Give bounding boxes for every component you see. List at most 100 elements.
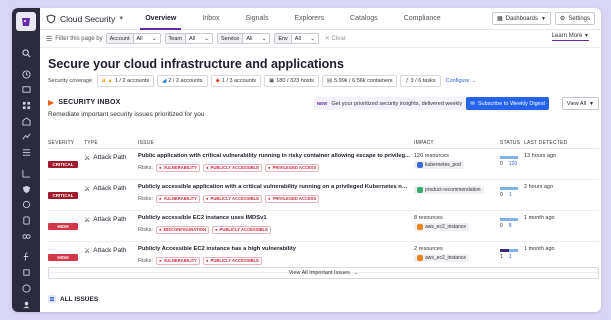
risk-tag[interactable]: ● VULNERABILITY [155,256,201,265]
ci-icon[interactable] [21,231,31,241]
attack-path-icon: ⚔ [84,247,91,255]
metrics-icon[interactable] [21,168,31,178]
coverage-azure[interactable]: ◢ 2 / 2 accounts [157,75,208,87]
apm-icon[interactable] [21,132,31,142]
subscribe-button[interactable]: ✉ Subscribe to Weekly Digest [466,97,549,110]
risk-label: PUBLICLY ACCESSIBLE [210,196,260,201]
coverage-aws[interactable]: a ▲ 1 / 2 accounts [97,75,155,87]
filter-key: Service [217,34,244,43]
container-icon: ▤ [326,78,333,84]
risk-label: VULNERABILITY [163,165,198,170]
resource-chip[interactable]: aws_ec2_instance [414,222,470,231]
resource-icon [417,161,423,168]
settings-label: Settings [568,15,590,22]
col-severity[interactable]: SEVERITY [48,139,84,149]
security-inbox: ▶ SECURITY INBOX Remediate important sec… [48,97,599,118]
datadog-logo-icon[interactable] [16,12,36,32]
rum-icon[interactable] [21,216,31,226]
table-row[interactable]: HIGH ⚔ Attack Path Publicly accessible EC2 … [48,210,599,242]
issue-type: Attack Path [93,247,127,254]
view-all-issues-button[interactable]: View All Important Issues → [48,267,599,279]
issue-type: Attack Path [93,216,127,223]
resource-type: aws_ec2_instance [425,223,467,230]
risk-tag[interactable]: ● VULNERABILITY [155,163,201,172]
aws-icon: a [102,78,106,84]
risks-label: Risks: [138,195,153,202]
globe-icon: ● [206,165,209,170]
search-icon[interactable] [21,48,31,58]
clear-filters-button[interactable]: ✕ Clear [325,35,346,42]
new-badge: NEW [316,101,328,106]
table-row[interactable]: CRITICAL ⚔ Attack Path Publicly accessible … [48,179,599,211]
coverage-value: 2 / 2 accounts [168,78,203,84]
col-issue[interactable]: ISSUE [138,139,414,149]
help-icon[interactable] [21,284,31,294]
view-all-dropdown[interactable]: View All ▼ [561,97,599,110]
risk-tag[interactable]: ● VULNERABILITY [155,194,201,203]
user-avatar-icon[interactable] [21,299,31,309]
col-type[interactable]: TYPE [84,139,138,149]
configure-link[interactable]: Configure → [446,78,477,84]
tab-inbox[interactable]: Inbox [189,8,232,30]
security-icon[interactable] [21,184,31,194]
coverage-containers[interactable]: ▤ 5.99k / 6.56k containers [321,75,398,87]
status-total: 8 [508,222,512,229]
risks-label: Risks: [138,226,153,233]
resource-chip[interactable]: aws_ec2_instance [414,253,470,262]
dashboards-button[interactable]: ▦ Dashboards ▼ [491,12,551,25]
col-impact[interactable]: IMPACT [414,139,500,149]
view-all-issues-label: View All Important Issues [288,270,350,276]
integrations-icon[interactable] [21,268,31,278]
warning-icon: ▲ [107,78,113,84]
resource-chip[interactable]: kubernetes_pod [414,160,464,169]
issues-table: SEVERITY TYPE ISSUE IMPACT STATUS LAST D… [48,139,599,273]
col-last-detected[interactable]: LAST DETECTED [524,139,599,149]
resource-icon [417,254,423,261]
settings-button[interactable]: ⚙ Settings [554,12,595,25]
impact-count: 120 resources [414,152,449,159]
infrastructure-icon[interactable] [21,116,31,126]
risk-tag[interactable]: ● PRIVILEGED ACCESS [265,194,320,203]
tab-overview[interactable]: Overview [132,8,189,30]
tab-explorers[interactable]: Explorers [281,8,337,30]
chevron-down-icon[interactable]: ▼ [118,16,124,22]
all-issues-header: ALL ISSUES [48,295,98,303]
risk-label: MISCONFIGURATION [163,227,207,232]
tab-compliance[interactable]: Compliance [391,8,454,30]
main-content: Cloud Security ▼ Overview Inbox Signals … [40,8,601,312]
resource-chip[interactable]: product-recommendation [414,185,484,194]
arrow-right-icon: → [352,270,359,276]
issue-title[interactable]: Public application with critical vulnera… [138,153,410,159]
filter-team[interactable]: Team All ⌄ [164,33,213,44]
issue-title[interactable]: Publicly accessible application with a c… [138,184,410,190]
coverage-hosts[interactable]: ▣ 180 / 323 hosts [264,75,319,87]
risk-tag[interactable]: ● PUBLICLY ACCESSIBLE [203,194,263,203]
filter-account[interactable]: Account All ⌄ [105,33,161,44]
risk-tag[interactable]: ● MISCONFIGURATION [155,225,210,234]
issue-title[interactable]: Publicly Accessible EC2 instance has a h… [138,246,410,252]
learn-more-link[interactable]: Learn More ▼ [551,33,589,41]
col-status[interactable]: STATUS [500,139,524,149]
tab-catalogs[interactable]: Catalogs [337,8,391,30]
coverage-tasks[interactable]: ƒ3 / 6 tasks [400,75,441,87]
issue-title[interactable]: Publicly accessible EC2 instance uses IM… [138,215,410,221]
risk-tag[interactable]: ● PRIVILEGED ACCESS [265,163,320,172]
last-detected: 13 hours ago [524,152,557,159]
bug-icon: ● [158,165,162,170]
synthetics-icon[interactable] [21,200,31,210]
logs-icon[interactable] [21,148,31,158]
filter-env[interactable]: Env All ⌄ [274,33,319,44]
chevron-down-icon: ▼ [584,33,589,39]
table-row[interactable]: CRITICAL ⚔ Attack Path Public application w… [48,148,599,180]
history-icon[interactable] [21,69,31,79]
monitor-icon[interactable] [21,85,31,95]
tab-signals[interactable]: Signals [233,8,282,30]
risk-tag[interactable]: ● PUBLICLY ACCESSIBLE [203,256,263,265]
dashboard-icon[interactable] [21,101,31,111]
configure-label: Configure [445,78,470,84]
risk-tag[interactable]: ● PUBLICLY ACCESSIBLE [212,225,272,234]
filter-service[interactable]: Service All ⌄ [216,33,271,44]
functions-icon[interactable] [21,252,31,262]
coverage-gcp[interactable]: ◆ 1 / 3 accounts [210,75,262,87]
risk-tag[interactable]: ● PUBLICLY ACCESSIBLE [203,163,263,172]
